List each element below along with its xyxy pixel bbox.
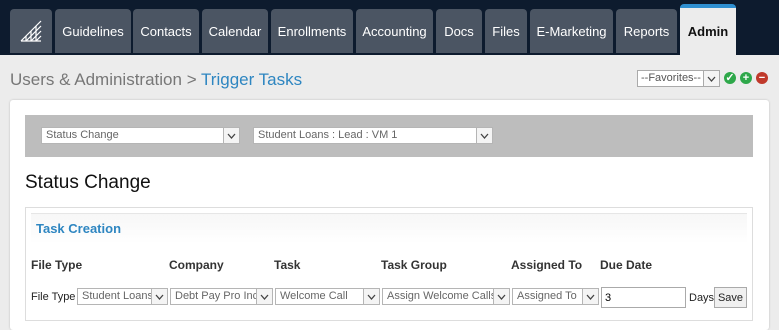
chevron-down-icon bbox=[223, 128, 239, 143]
due-unit-label: Days bbox=[689, 292, 715, 304]
section-title[interactable]: Task Creation bbox=[36, 221, 121, 236]
favorites-value: --Favorites-- bbox=[641, 72, 701, 84]
row-label: File Type bbox=[31, 291, 76, 303]
column-header-task: Task bbox=[274, 258, 301, 272]
trigger-type-select[interactable]: Status Change bbox=[41, 127, 240, 144]
breadcrumb: Users & Administration > Trigger Tasks bbox=[10, 70, 302, 90]
task-select[interactable]: Welcome Call bbox=[275, 288, 380, 305]
tab-files[interactable]: Files bbox=[485, 9, 527, 53]
trigger-type-value: Status Change bbox=[46, 129, 119, 141]
chevron-down-icon bbox=[493, 289, 509, 304]
task-value: Welcome Call bbox=[280, 290, 348, 302]
tab-reports[interactable]: Reports bbox=[616, 9, 677, 53]
section-header bbox=[31, 213, 747, 244]
status-value: Student Loans : Lead : VM 1 bbox=[258, 129, 398, 141]
tab-docs[interactable]: Docs bbox=[436, 9, 482, 53]
company-select[interactable]: Debt Pay Pro Inc. bbox=[170, 288, 273, 305]
breadcrumb-separator: > bbox=[186, 70, 197, 89]
file-type-select[interactable]: Student Loans bbox=[77, 288, 168, 305]
logo-icon[interactable] bbox=[10, 9, 52, 53]
task-group-select[interactable]: Assign Welcome Calls bbox=[382, 288, 510, 305]
column-header-company: Company bbox=[169, 258, 224, 272]
save-button[interactable]: Save bbox=[714, 287, 747, 308]
chevron-down-icon bbox=[151, 289, 167, 304]
column-header-assigned-to: Assigned To bbox=[511, 258, 583, 272]
due-date-input[interactable] bbox=[601, 287, 686, 308]
assigned-to-value: Assigned To bbox=[517, 290, 577, 302]
chevron-down-icon bbox=[476, 128, 492, 143]
file-type-value: Student Loans bbox=[82, 290, 153, 302]
breadcrumb-parent[interactable]: Users & Administration bbox=[10, 70, 182, 89]
task-group-value: Assign Welcome Calls bbox=[387, 290, 497, 302]
remove-icon[interactable]: − bbox=[756, 72, 768, 84]
check-icon[interactable]: ✓ bbox=[724, 72, 736, 84]
tab-accounting[interactable]: Accounting bbox=[356, 9, 433, 53]
chevron-down-icon bbox=[703, 71, 719, 86]
page-title: Status Change bbox=[25, 172, 151, 193]
chevron-down-icon bbox=[363, 289, 379, 304]
column-header-task-group: Task Group bbox=[381, 258, 447, 272]
tab-admin[interactable]: Admin bbox=[680, 4, 736, 55]
tab-contacts[interactable]: Contacts bbox=[133, 9, 199, 53]
assigned-to-select[interactable]: Assigned To bbox=[512, 288, 599, 305]
tab-calendar[interactable]: Calendar bbox=[202, 9, 268, 53]
column-header-file-type: File Type bbox=[31, 258, 83, 272]
status-select[interactable]: Student Loans : Lead : VM 1 bbox=[253, 127, 493, 144]
tab-e-marketing[interactable]: E-Marketing bbox=[530, 9, 613, 53]
column-header-due-date: Due Date bbox=[600, 258, 653, 272]
favorites-select[interactable]: --Favorites-- bbox=[637, 70, 720, 87]
chevron-down-icon bbox=[256, 289, 272, 304]
company-value: Debt Pay Pro Inc. bbox=[175, 290, 262, 302]
add-icon[interactable]: + bbox=[740, 72, 752, 84]
tab-enrollments[interactable]: Enrollments bbox=[271, 9, 353, 53]
tab-guidelines[interactable]: Guidelines bbox=[55, 9, 131, 53]
breadcrumb-current: Trigger Tasks bbox=[201, 70, 303, 89]
chevron-down-icon bbox=[582, 289, 598, 304]
